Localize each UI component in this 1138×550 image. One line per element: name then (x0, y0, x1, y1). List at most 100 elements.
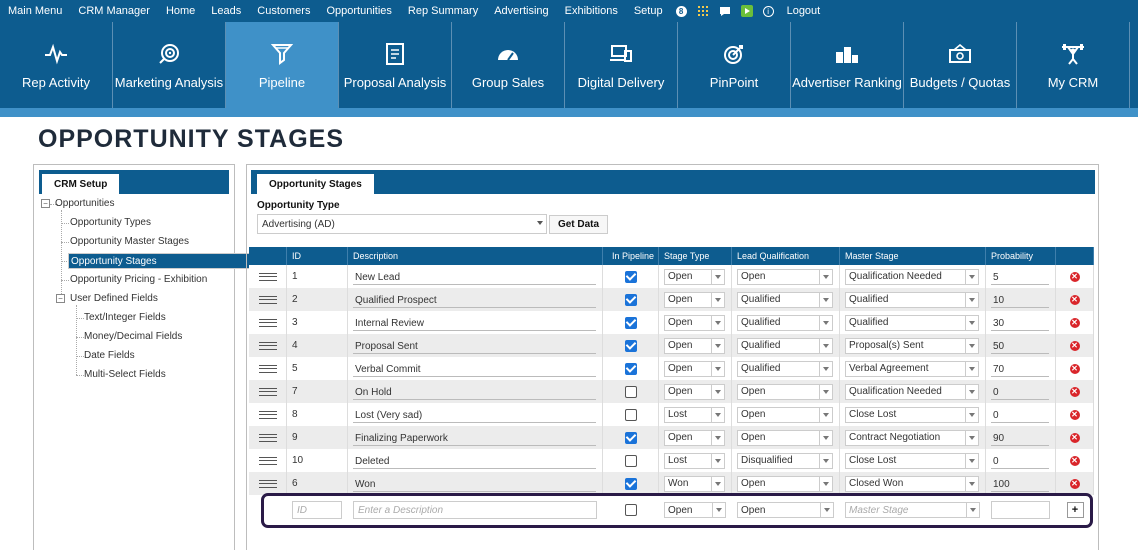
stage-type-select[interactable]: Lost (664, 452, 725, 469)
in-pipeline-checkbox[interactable] (624, 316, 637, 329)
tile-my-crm[interactable]: My CRM (1017, 22, 1130, 108)
description-input[interactable]: Lost (Very sad) (353, 407, 596, 423)
collapse-opportunities-icon[interactable]: − (41, 199, 50, 208)
drag-handle-icon[interactable] (258, 456, 277, 465)
menu-crm-manager[interactable]: CRM Manager (70, 5, 158, 17)
tree-text-integer-fields[interactable]: Text/Integer Fields (84, 312, 166, 323)
menu-opportunities[interactable]: Opportunities (318, 5, 399, 17)
master-stage-select[interactable]: Closed Won (845, 475, 979, 492)
notification-badge-icon[interactable]: 8 (675, 5, 687, 17)
stage-type-select[interactable]: Open (664, 429, 725, 446)
menu-rep-summary[interactable]: Rep Summary (400, 5, 486, 17)
description-input[interactable]: On Hold (353, 384, 596, 400)
delete-icon[interactable]: ✕ (1069, 455, 1080, 466)
info-icon[interactable]: i (762, 5, 774, 17)
lead-qualification-select[interactable]: Open (737, 383, 833, 400)
header-probability[interactable]: Probability (986, 247, 1056, 265)
probability-input[interactable]: 90 (991, 430, 1049, 446)
tile-budgets-quotas[interactable]: Budgets / Quotas (904, 22, 1017, 108)
probability-input[interactable]: 10 (991, 292, 1049, 308)
grid-apps-icon[interactable] (697, 5, 709, 17)
video-icon[interactable] (740, 5, 753, 17)
master-stage-select[interactable]: Close Lost (845, 406, 979, 423)
drag-handle-icon[interactable] (258, 364, 277, 373)
tile-advertiser-ranking[interactable]: Advertiser Ranking (791, 22, 904, 108)
master-stage-select[interactable]: Close Lost (845, 452, 979, 469)
get-data-button[interactable]: Get Data (549, 215, 608, 234)
tree-opportunity-pricing-exhibition[interactable]: Opportunity Pricing - Exhibition (70, 274, 207, 285)
master-stage-select[interactable]: Verbal Agreement (845, 360, 979, 377)
drag-handle-icon[interactable] (258, 295, 277, 304)
tree-money-decimal-fields[interactable]: Money/Decimal Fields (84, 331, 182, 342)
new-in-pipeline-checkbox[interactable] (625, 504, 637, 516)
probability-input[interactable]: 100 (991, 476, 1049, 492)
drag-handle-icon[interactable] (258, 341, 277, 350)
lead-qualification-select[interactable]: Qualified (737, 291, 833, 308)
new-stage-type-select[interactable]: Open (664, 502, 726, 518)
stage-type-select[interactable]: Open (664, 314, 725, 331)
probability-input[interactable]: 70 (991, 361, 1049, 377)
lead-qualification-select[interactable]: Open (737, 475, 833, 492)
tab-crm-setup[interactable]: CRM Setup (42, 174, 120, 194)
master-stage-select[interactable]: Proposal(s) Sent (845, 337, 979, 354)
in-pipeline-checkbox[interactable] (624, 339, 637, 352)
description-input[interactable]: New Lead (353, 269, 596, 285)
stage-type-select[interactable]: Won (664, 475, 725, 492)
in-pipeline-checkbox[interactable] (624, 362, 637, 375)
drag-handle-icon[interactable] (258, 387, 277, 396)
tree-opportunity-types[interactable]: Opportunity Types (70, 217, 151, 228)
tile-group-sales[interactable]: Group Sales (452, 22, 565, 108)
in-pipeline-checkbox[interactable] (624, 431, 637, 444)
stage-type-select[interactable]: Open (664, 291, 725, 308)
probability-input[interactable]: 5 (991, 269, 1049, 285)
in-pipeline-checkbox[interactable] (624, 293, 637, 306)
probability-input[interactable]: 30 (991, 315, 1049, 331)
tile-digital-delivery[interactable]: Digital Delivery (565, 22, 678, 108)
delete-icon[interactable]: ✕ (1069, 294, 1080, 305)
description-input[interactable]: Qualified Prospect (353, 292, 596, 308)
in-pipeline-checkbox[interactable] (624, 454, 637, 467)
opportunity-type-select[interactable]: Advertising (AD) (257, 214, 547, 234)
lead-qualification-select[interactable]: Open (737, 429, 833, 446)
logout-link[interactable]: Logout (779, 5, 829, 17)
tree-opportunities[interactable]: Opportunities (55, 198, 114, 209)
probability-input[interactable]: 0 (991, 384, 1049, 400)
tile-pinpoint[interactable]: PinPoint (678, 22, 791, 108)
lead-qualification-select[interactable]: Qualified (737, 337, 833, 354)
stage-type-select[interactable]: Open (664, 337, 725, 354)
drag-handle-icon[interactable] (258, 272, 277, 281)
delete-icon[interactable]: ✕ (1069, 409, 1080, 420)
drag-handle-icon[interactable] (258, 410, 277, 419)
menu-customers[interactable]: Customers (249, 5, 318, 17)
header-description[interactable]: Description (348, 247, 603, 265)
tree-opportunity-stages[interactable]: Opportunity Stages (68, 253, 263, 269)
menu-advertising[interactable]: Advertising (486, 5, 556, 17)
in-pipeline-checkbox[interactable] (624, 270, 637, 283)
delete-icon[interactable]: ✕ (1069, 432, 1080, 443)
lead-qualification-select[interactable]: Disqualified (737, 452, 833, 469)
header-lead-qualification[interactable]: Lead Qualification (732, 247, 840, 265)
in-pipeline-checkbox[interactable] (624, 408, 637, 421)
new-lead-qualification-select[interactable]: Open (737, 502, 834, 518)
header-stage-type[interactable]: Stage Type (659, 247, 732, 265)
master-stage-select[interactable]: Contract Negotiation (845, 429, 979, 446)
menu-exhibitions[interactable]: Exhibitions (557, 5, 626, 17)
delete-icon[interactable]: ✕ (1069, 478, 1080, 489)
new-description-input[interactable]: Enter a Description (353, 501, 597, 519)
description-input[interactable]: Finalizing Paperwork (353, 430, 596, 446)
collapse-udf-icon[interactable]: − (56, 294, 65, 303)
delete-icon[interactable]: ✕ (1069, 340, 1080, 351)
delete-icon[interactable]: ✕ (1069, 271, 1080, 282)
delete-icon[interactable]: ✕ (1069, 386, 1080, 397)
tile-marketing-analysis[interactable]: Marketing Analysis (113, 22, 226, 108)
master-stage-select[interactable]: Qualified (845, 291, 979, 308)
tile-rep-activity[interactable]: Rep Activity (0, 22, 113, 108)
probability-input[interactable]: 50 (991, 338, 1049, 354)
header-id[interactable]: ID (287, 247, 348, 265)
tree-date-fields[interactable]: Date Fields (84, 350, 135, 361)
drag-handle-icon[interactable] (258, 433, 277, 442)
description-input[interactable]: Proposal Sent (353, 338, 596, 354)
menu-main-menu[interactable]: Main Menu (0, 5, 70, 17)
master-stage-select[interactable]: Qualification Needed (845, 268, 979, 285)
tile-pipeline[interactable]: Pipeline (226, 22, 339, 108)
